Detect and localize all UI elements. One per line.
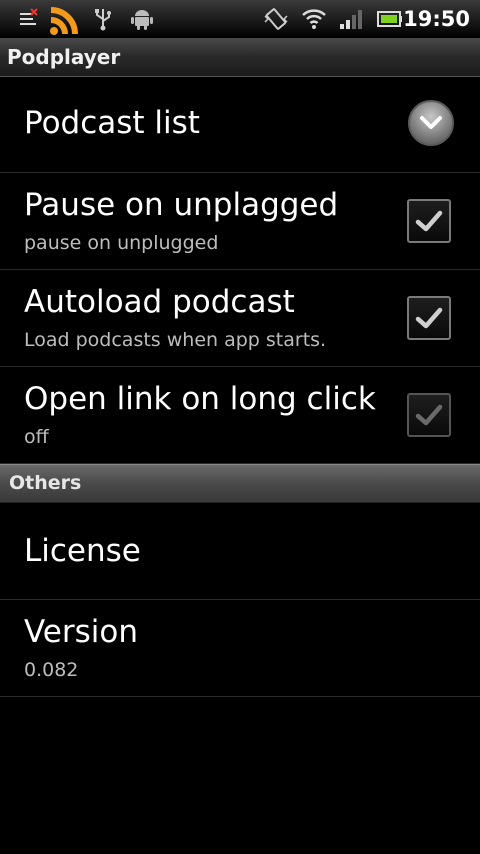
status-time: 19:50 <box>403 7 470 31</box>
usb-icon <box>92 0 114 38</box>
pref-title: Version <box>24 614 138 650</box>
open-link-checkbox[interactable] <box>407 393 451 437</box>
pref-summary: pause on unplugged <box>24 232 219 254</box>
pref-version[interactable]: Version 0.082 <box>0 600 480 697</box>
checkmark-icon <box>415 404 443 426</box>
checkmark-icon <box>415 307 443 329</box>
status-bar: 19:50 <box>0 0 480 39</box>
title-bar: Podplayer <box>0 38 480 77</box>
battery-icon <box>376 0 404 38</box>
pref-podcast-list[interactable]: Podcast list <box>0 77 480 173</box>
notification-list-icon <box>16 0 42 38</box>
pref-autoload-podcast[interactable]: Autoload podcast Load podcasts when app … <box>0 270 480 367</box>
vibrate-icon <box>262 0 290 38</box>
pref-title: Podcast list <box>24 105 200 141</box>
pref-title: Open link on long click <box>24 381 376 417</box>
pref-summary: off <box>24 426 49 448</box>
app-title: Podplayer <box>7 45 121 69</box>
category-title: Others <box>9 472 82 494</box>
pref-summary: 0.082 <box>24 659 79 681</box>
autoload-podcast-checkbox[interactable] <box>407 296 451 340</box>
pref-license[interactable]: License <box>0 503 480 600</box>
rss-icon <box>46 0 86 38</box>
pref-title: Pause on unplagged <box>24 187 339 223</box>
dropdown-button[interactable] <box>408 100 454 146</box>
wifi-icon <box>300 0 328 38</box>
chevron-down-icon <box>420 116 442 129</box>
pref-summary: Load podcasts when app starts. <box>24 329 327 351</box>
signal-icon <box>338 0 366 38</box>
pref-title: Autoload podcast <box>24 284 295 320</box>
android-icon <box>130 0 154 38</box>
pref-pause-on-unplugged[interactable]: Pause on unplagged pause on unplugged <box>0 173 480 270</box>
pause-on-unplugged-checkbox[interactable] <box>407 199 451 243</box>
pref-open-link-on-long-click[interactable]: Open link on long click off <box>0 367 480 464</box>
pref-title: License <box>24 533 141 569</box>
checkmark-icon <box>415 210 443 232</box>
category-header-others: Others <box>0 464 480 503</box>
